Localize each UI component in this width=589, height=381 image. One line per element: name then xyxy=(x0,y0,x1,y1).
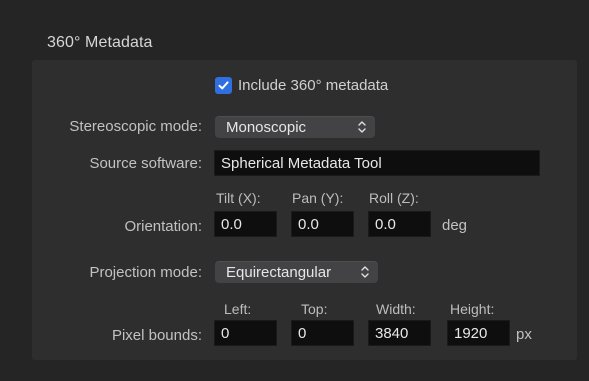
width-value: 3840 xyxy=(375,324,409,342)
roll-field[interactable]: 0.0 xyxy=(368,211,431,237)
left-value: 0 xyxy=(221,324,230,342)
tilt-value: 0.0 xyxy=(221,215,242,233)
orientation-unit: deg xyxy=(442,217,468,234)
stereoscopic-mode-label: Stereoscopic mode: xyxy=(69,118,202,135)
pan-field[interactable]: 0.0 xyxy=(291,211,354,237)
roll-value: 0.0 xyxy=(375,215,396,233)
projection-mode-select[interactable]: Equirectangular xyxy=(215,261,378,283)
top-value: 0 xyxy=(298,324,307,342)
left-label: Left: xyxy=(224,301,252,317)
checkmark-icon xyxy=(218,81,229,90)
height-label: Height: xyxy=(450,301,495,317)
pixel-bounds-unit: px xyxy=(516,326,532,343)
updown-chevron-icon xyxy=(361,266,369,278)
tilt-field[interactable]: 0.0 xyxy=(214,211,277,237)
updown-chevron-icon xyxy=(358,121,366,133)
include-metadata-row[interactable]: Include 360° metadata xyxy=(215,77,388,94)
width-label: Width: xyxy=(376,301,416,317)
source-software-field[interactable]: Spherical Metadata Tool xyxy=(214,150,540,176)
source-software-value: Spherical Metadata Tool xyxy=(221,154,382,172)
left-field[interactable]: 0 xyxy=(214,320,277,346)
source-software-label: Source software: xyxy=(89,155,202,172)
top-field[interactable]: 0 xyxy=(291,320,354,346)
top-label: Top: xyxy=(301,301,328,317)
orientation-label: Orientation: xyxy=(124,218,202,235)
roll-label: Roll (Z): xyxy=(369,190,419,206)
projection-mode-label: Projection mode: xyxy=(89,264,202,281)
pixel-bounds-label: Pixel bounds: xyxy=(111,327,202,344)
height-field[interactable]: 1920 xyxy=(447,320,510,346)
include-metadata-checkbox[interactable] xyxy=(215,77,232,94)
include-metadata-label: Include 360° metadata xyxy=(238,77,389,94)
stereoscopic-mode-select[interactable]: Monoscopic xyxy=(215,116,375,138)
projection-mode-value: Equirectangular xyxy=(226,263,332,281)
stereoscopic-mode-value: Monoscopic xyxy=(226,118,307,136)
pan-value: 0.0 xyxy=(298,215,319,233)
width-field[interactable]: 3840 xyxy=(368,320,431,346)
section-title: 360° Metadata xyxy=(47,34,153,51)
pan-label: Pan (Y): xyxy=(292,190,344,206)
tilt-label: Tilt (X): xyxy=(216,190,261,206)
height-value: 1920 xyxy=(454,324,488,342)
